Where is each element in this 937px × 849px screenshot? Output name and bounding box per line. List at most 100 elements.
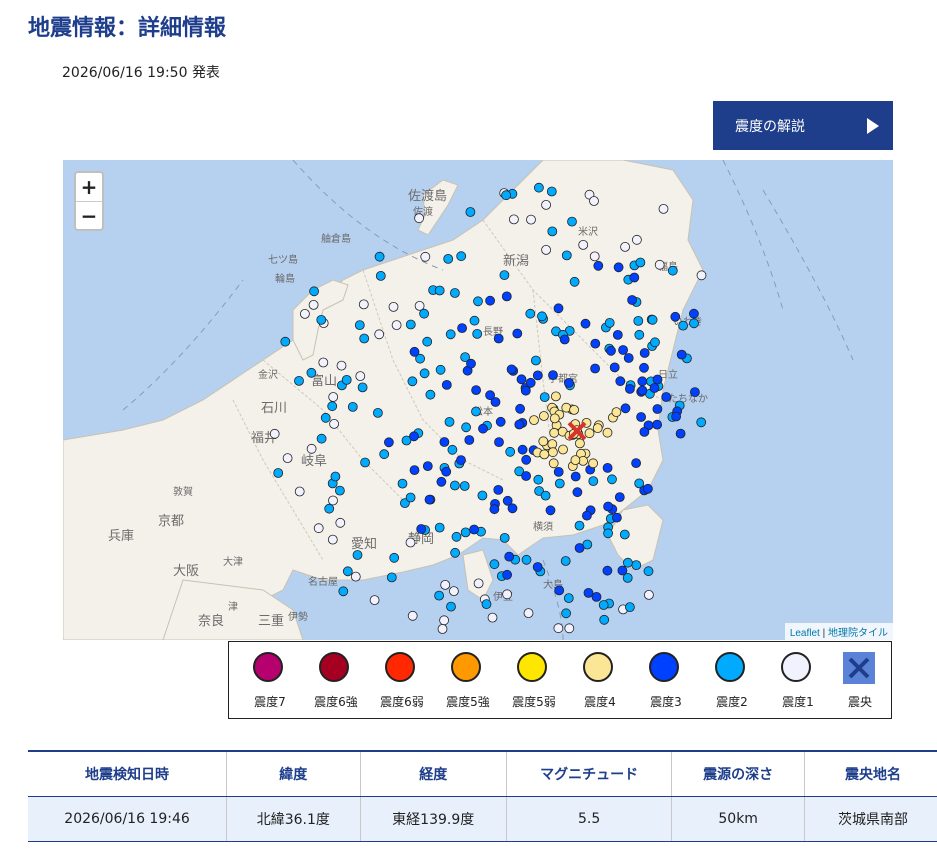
station-dot[interactable] <box>512 328 523 339</box>
station-dot[interactable] <box>449 288 460 298</box>
station-dot[interactable] <box>329 418 340 429</box>
station-dot[interactable] <box>563 593 574 604</box>
station-dot[interactable] <box>342 566 353 577</box>
station-dot[interactable] <box>350 571 361 582</box>
station-dot[interactable] <box>632 234 642 245</box>
station-dot[interactable] <box>388 301 399 312</box>
station-dot[interactable] <box>541 245 552 255</box>
station-dot[interactable] <box>572 487 583 498</box>
station-dot[interactable] <box>530 355 541 366</box>
station-dot[interactable] <box>525 377 536 388</box>
station-dot[interactable] <box>434 285 445 296</box>
station-dot[interactable] <box>650 337 660 348</box>
station-dot[interactable] <box>541 200 552 210</box>
station-dot[interactable] <box>652 404 663 414</box>
station-dot[interactable] <box>625 383 635 394</box>
station-dot[interactable] <box>612 512 622 523</box>
station-dot[interactable] <box>578 240 589 250</box>
station-dot[interactable] <box>667 265 678 276</box>
station-dot[interactable] <box>643 483 653 494</box>
station-dot[interactable] <box>425 389 436 400</box>
station-dot[interactable] <box>501 291 512 302</box>
station-dot[interactable] <box>374 329 385 340</box>
station-dot[interactable] <box>696 270 707 281</box>
zoom-in-button[interactable]: + <box>76 173 102 202</box>
station-dot[interactable] <box>441 466 452 477</box>
station-dot[interactable] <box>360 457 371 468</box>
station-dot[interactable] <box>593 260 604 271</box>
station-dot[interactable] <box>538 436 549 447</box>
station-dot[interactable] <box>558 444 568 455</box>
station-dot[interactable] <box>533 182 544 193</box>
station-dot[interactable] <box>550 391 561 402</box>
station-dot[interactable] <box>671 411 681 422</box>
station-dot[interactable] <box>449 480 460 491</box>
station-dot[interactable] <box>636 412 646 422</box>
station-dot[interactable] <box>439 615 450 626</box>
station-dot[interactable] <box>676 349 687 360</box>
station-dot[interactable] <box>538 411 549 421</box>
station-dot[interactable] <box>533 474 544 485</box>
station-dot[interactable] <box>450 547 461 558</box>
station-dot[interactable] <box>375 271 386 281</box>
station-dot[interactable] <box>604 317 615 328</box>
station-dot[interactable] <box>631 560 642 571</box>
station-dot[interactable] <box>627 295 637 305</box>
station-dot[interactable] <box>515 403 526 414</box>
station-dot[interactable] <box>334 485 345 496</box>
station-dot[interactable] <box>328 495 338 506</box>
station-dot[interactable] <box>623 557 633 568</box>
station-dot[interactable] <box>617 565 628 576</box>
station-dot[interactable] <box>448 586 459 597</box>
station-dot[interactable] <box>435 364 446 375</box>
station-dot[interactable] <box>320 412 331 423</box>
station-dot[interactable] <box>537 311 547 322</box>
station-dot[interactable] <box>549 413 560 424</box>
station-dot[interactable] <box>570 455 581 466</box>
station-dot[interactable] <box>502 495 513 506</box>
station-dot[interactable] <box>485 390 496 401</box>
station-dot[interactable] <box>583 587 594 598</box>
station-dot[interactable] <box>569 276 580 287</box>
zoom-out-button[interactable]: − <box>76 202 102 230</box>
station-dot[interactable] <box>514 419 525 430</box>
station-dot[interactable] <box>273 468 284 478</box>
station-dot[interactable] <box>590 338 601 349</box>
station-dot[interactable] <box>591 591 602 602</box>
station-dot[interactable] <box>338 586 349 597</box>
station-dot[interactable] <box>464 435 475 445</box>
station-dot[interactable] <box>623 353 634 363</box>
station-dot[interactable] <box>330 471 341 482</box>
station-dot[interactable] <box>553 303 564 314</box>
station-dot[interactable] <box>520 385 531 396</box>
station-dot[interactable] <box>599 614 610 625</box>
station-dot[interactable] <box>405 319 416 330</box>
station-dot[interactable] <box>313 523 324 534</box>
station-dot[interactable] <box>609 362 620 373</box>
station-dot[interactable] <box>588 476 599 487</box>
station-dot[interactable] <box>639 426 650 437</box>
station-dot[interactable] <box>318 357 329 368</box>
station-dot[interactable] <box>647 314 658 325</box>
station-dot[interactable] <box>689 308 699 319</box>
station-dot[interactable] <box>481 599 492 610</box>
station-dot[interactable] <box>602 462 613 473</box>
station-dot[interactable] <box>546 186 557 197</box>
station-dot[interactable] <box>443 254 454 264</box>
station-dot[interactable] <box>473 296 483 307</box>
station-dot[interactable] <box>644 589 654 600</box>
station-dot[interactable] <box>499 532 510 543</box>
station-dot[interactable] <box>540 490 551 501</box>
station-dot[interactable] <box>603 528 613 539</box>
station-dot[interactable] <box>643 566 654 577</box>
station-dot[interactable] <box>620 403 631 414</box>
station-dot[interactable] <box>308 299 319 310</box>
station-dot[interactable] <box>547 447 558 458</box>
station-dot[interactable] <box>675 428 686 439</box>
station-dot[interactable] <box>359 333 370 344</box>
station-dot[interactable] <box>489 559 500 570</box>
station-dot[interactable] <box>629 272 640 283</box>
station-dot[interactable] <box>282 453 293 464</box>
station-dot[interactable] <box>526 214 536 225</box>
station-dot[interactable] <box>386 572 397 583</box>
